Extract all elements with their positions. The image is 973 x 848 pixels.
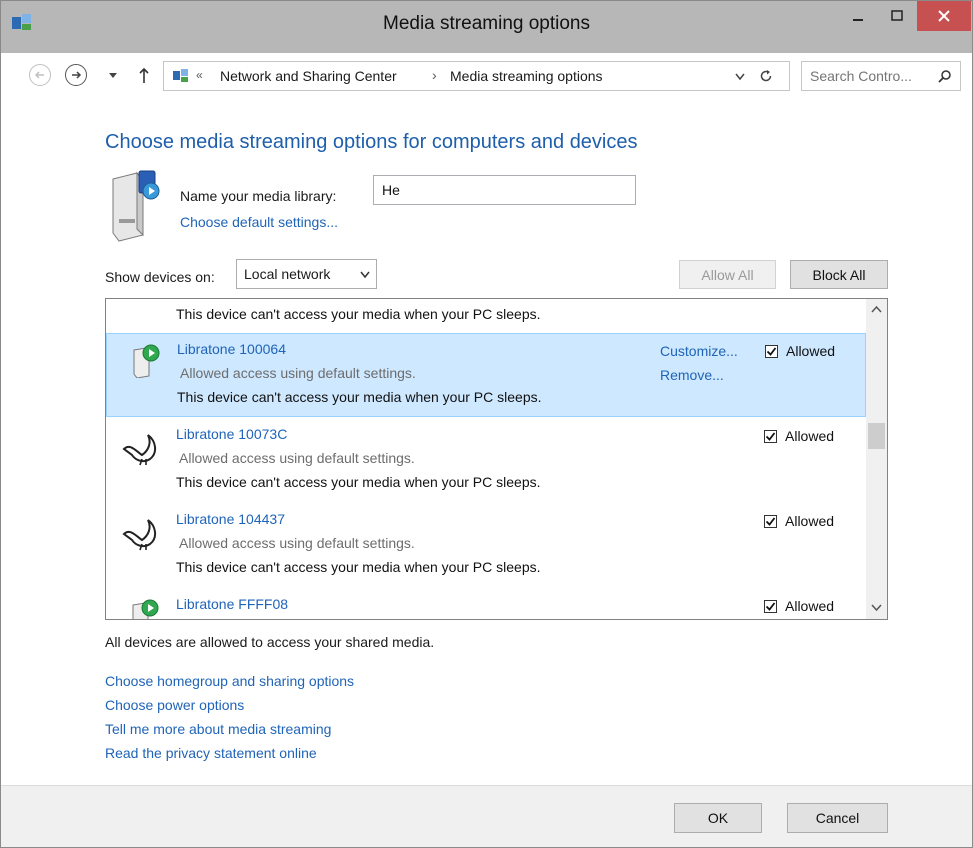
power-options-link[interactable]: Choose power options [105,697,244,713]
address-bar[interactable]: « Network and Sharing Center › Media str… [163,61,790,91]
device-row-libratone-10073c[interactable]: Libratone 10073C Allowed access using de… [106,419,866,503]
speaker-play-icon [132,599,159,619]
show-devices-selected: Local network [244,266,331,282]
device-sleep-note: This device can't access your media when… [177,389,542,405]
address-dropdown-icon[interactable] [735,73,745,81]
media-streaming-info-link[interactable]: Tell me more about media streaming [105,721,331,737]
close-button[interactable] [917,1,971,31]
allowed-label: Allowed [786,343,836,359]
allowed-checkbox[interactable]: Allowed [765,343,835,359]
ok-button[interactable]: OK [674,803,762,833]
search-box[interactable] [801,61,961,91]
minimize-button[interactable] [839,1,877,31]
media-streaming-window: Media streaming options « Network and Sh… [0,0,973,848]
allowed-label: Allowed [785,428,835,444]
checkbox-box[interactable] [765,344,778,358]
media-library-icon [112,170,160,242]
dialog-footer: OK Cancel [1,785,972,847]
back-arrow-icon [34,71,44,79]
library-name-input[interactable] [373,175,636,205]
checkbox-box[interactable] [764,514,777,528]
checkbox-box[interactable] [764,599,777,613]
checkmark-icon [765,601,776,611]
close-icon [938,10,950,22]
checkmark-icon [766,346,777,356]
device-row-libratone-ffff08[interactable]: Libratone FFFF08 Allowed [106,589,866,619]
privacy-statement-link[interactable]: Read the privacy statement online [105,745,317,761]
device-status: Allowed access using default settings. [179,535,415,551]
bird-icon [122,434,156,466]
title-bar[interactable]: Media streaming options [1,1,972,53]
main-content: Choose media streaming options for compu… [1,99,972,761]
block-all-button[interactable]: Block All [790,260,888,289]
search-icon[interactable] [938,69,952,83]
device-row-libratone-100064[interactable]: Libratone 100064 Allowed access using de… [106,333,866,417]
device-sleep-note-partial: This device can't access your media when… [176,306,541,322]
breadcrumb-current[interactable]: Media streaming options [450,68,603,84]
allow-all-button[interactable]: Allow All [679,260,776,289]
breadcrumb-overflow[interactable]: « [196,68,203,82]
show-devices-label: Show devices on: [105,269,215,285]
speaker-play-icon [133,344,160,378]
recent-pages-dropdown-icon[interactable] [108,72,118,80]
device-name[interactable]: Libratone 104437 [176,511,285,527]
breadcrumb-separator[interactable]: › [432,67,437,83]
allowed-label: Allowed [785,513,835,529]
breadcrumb-network-sharing[interactable]: Network and Sharing Center [220,68,397,84]
checkmark-icon [765,431,776,441]
search-input[interactable] [810,65,932,87]
scroll-down-arrow-icon[interactable] [871,604,882,612]
allowed-checkbox[interactable]: Allowed [764,513,834,529]
choose-default-settings-link[interactable]: Choose default settings... [180,214,338,230]
page-title: Choose media streaming options for compu… [105,131,638,153]
forward-button[interactable] [65,64,87,86]
navigation-bar: « Network and Sharing Center › Media str… [1,53,972,99]
maximize-icon [891,10,903,21]
maximize-button[interactable] [878,1,916,31]
allowed-label: Allowed [785,598,835,614]
control-panel-icon [173,69,188,82]
device-list: This device can't access your media when… [105,298,888,620]
forward-arrow-icon [72,71,82,79]
checkmark-icon [765,516,776,526]
minimize-icon [853,19,863,21]
cancel-button[interactable]: Cancel [787,803,888,833]
customize-link[interactable]: Customize... [660,343,738,359]
allowed-checkbox[interactable]: Allowed [764,428,834,444]
device-sleep-note: This device can't access your media when… [176,474,541,490]
device-list-scrollbar[interactable] [866,299,887,619]
scroll-up-arrow-icon[interactable] [871,305,882,313]
device-status: Allowed access using default settings. [180,365,416,381]
allowed-checkbox[interactable]: Allowed [764,598,834,614]
checkbox-box[interactable] [764,429,777,443]
scrollbar-thumb[interactable] [868,423,885,449]
bird-icon [122,519,156,551]
up-arrow-icon[interactable] [138,66,150,84]
show-devices-dropdown[interactable]: Local network [236,259,377,289]
device-name[interactable]: Libratone 100064 [177,341,286,357]
device-status: Allowed access using default settings. [179,450,415,466]
library-name-label: Name your media library: [180,188,337,204]
window-title: Media streaming options [383,13,590,34]
device-name[interactable]: Libratone 10073C [176,426,287,442]
remove-link[interactable]: Remove... [660,367,724,383]
device-sleep-note: This device can't access your media when… [176,559,541,575]
refresh-icon[interactable] [759,69,773,83]
device-name[interactable]: Libratone FFFF08 [176,596,288,612]
device-row-libratone-104437[interactable]: Libratone 104437 Allowed access using de… [106,504,866,588]
homegroup-sharing-link[interactable]: Choose homegroup and sharing options [105,673,354,689]
back-button[interactable] [29,64,51,86]
devices-summary: All devices are allowed to access your s… [105,634,435,650]
chevron-down-icon [360,271,370,279]
